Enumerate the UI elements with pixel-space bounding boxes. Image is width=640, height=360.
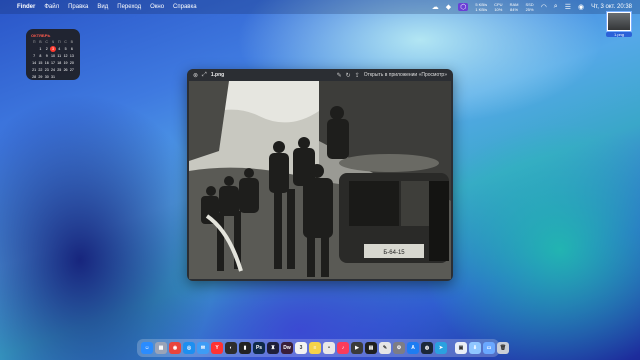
yandex-icon[interactable]: Y: [211, 342, 223, 354]
calendar-widget[interactable]: ОКТЯБРЬ П В С Ч П С В 1 2 3 4 5 6 7 8 9 10 11 12 13 14 15 16 17…: [26, 29, 80, 80]
app-store-icon[interactable]: A: [407, 342, 419, 354]
dropbox-icon[interactable]: ◆: [446, 3, 451, 11]
wifi-icon[interactable]: ◠: [541, 3, 547, 11]
safari-icon[interactable]: ◎: [183, 342, 195, 354]
menu-file[interactable]: Файл: [44, 4, 59, 10]
open-in-preview-button[interactable]: Открыть в приложении «Просмотр»: [364, 72, 447, 78]
preview-icon[interactable]: ▣: [455, 342, 467, 354]
calendar-icon[interactable]: 3: [295, 342, 307, 354]
calendar-day[interactable]: 27: [69, 67, 75, 73]
trash-icon[interactable]: 🗑: [497, 342, 509, 354]
quick-look-titlebar[interactable]: ⊗ ⤢ 1.png ✎ ↻ ⇪ Открыть в приложении «Пр…: [187, 69, 453, 81]
calendar-day[interactable]: 13: [69, 53, 75, 59]
cpu-value: 10%: [494, 7, 503, 12]
desktop-file[interactable]: 1.png: [606, 12, 632, 37]
vpn-icon[interactable]: ⬡: [458, 3, 469, 11]
reminders-icon[interactable]: •: [323, 342, 335, 354]
dock: ☺ ▦ ◉ ◎ ✉ Y ◐ ▮ Ps ♜ Dw 3 ≡ • ♪ ▶ ▤ ✎ ⚙ A ◍ ➤ ▣ ⬇ ▭ 🗑: [137, 339, 509, 357]
network-stats[interactable]: 5 KB/s 1 KB/s: [475, 2, 487, 12]
launchpad-icon[interactable]: ▦: [155, 342, 167, 354]
video-player-icon[interactable]: ▶: [351, 342, 363, 354]
mail-icon[interactable]: ✉: [197, 342, 209, 354]
calendar-day[interactable]: 2: [44, 46, 50, 52]
rotate-icon[interactable]: ↻: [346, 72, 351, 79]
dreamweaver-icon[interactable]: Dw: [281, 342, 293, 354]
steam-icon[interactable]: ◍: [421, 342, 433, 354]
vpn-icon[interactable]: ◐: [225, 342, 237, 354]
activity-monitor-icon[interactable]: ▤: [365, 342, 377, 354]
cpu-stats[interactable]: CPU 10%: [494, 2, 502, 12]
calendar-day[interactable]: 6: [69, 46, 75, 52]
calendar-grid: П В С Ч П С В 1 2 3 4 5 6 7 8 9 10 11 12 13 14 15 16 17 18 19 20 21…: [31, 39, 75, 80]
photo-preview: Б-64-15: [189, 81, 451, 279]
markup-icon[interactable]: ✎: [337, 72, 342, 79]
textedit-icon[interactable]: ✎: [379, 342, 391, 354]
chrome-icon[interactable]: ◉: [169, 342, 181, 354]
menu-go[interactable]: Переход: [117, 4, 141, 10]
calendar-day[interactable]: 20: [69, 60, 75, 66]
share-icon[interactable]: ⇪: [355, 72, 360, 79]
historical-photo-image: Б-64-15: [189, 81, 451, 279]
control-center-icon[interactable]: ☰: [565, 3, 571, 11]
calendar-day: [69, 74, 75, 80]
finder-icon[interactable]: ☺: [141, 342, 153, 354]
notes-icon[interactable]: ≡: [309, 342, 321, 354]
menu-edit[interactable]: Правка: [68, 4, 88, 10]
close-icon[interactable]: ⊗: [193, 72, 198, 79]
menubar-datetime[interactable]: Чт, 3 окт. 20:38: [591, 4, 632, 10]
lightroom-icon[interactable]: ♜: [267, 342, 279, 354]
cloud-icon[interactable]: ☁: [432, 3, 439, 11]
quick-look-window[interactable]: ⊗ ⤢ 1.png ✎ ↻ ⇪ Открыть в приложении «Пр…: [187, 69, 453, 281]
ram-stats[interactable]: RAM 84%: [510, 2, 519, 12]
quick-look-filename: 1.png: [210, 72, 225, 78]
app-name-menu[interactable]: Finder: [17, 4, 35, 10]
menu-window[interactable]: Окно: [150, 4, 164, 10]
desktop-file-thumbnail[interactable]: [607, 12, 631, 31]
search-icon[interactable]: ⌕: [554, 3, 558, 11]
desktop-file-name[interactable]: 1.png: [606, 32, 632, 37]
siri-icon[interactable]: ◉: [578, 3, 584, 11]
photoshop-icon[interactable]: Ps: [253, 342, 265, 354]
downloads-folder-icon[interactable]: ⬇: [469, 342, 481, 354]
fullscreen-icon[interactable]: ⤢: [202, 72, 207, 79]
ram-value: 84%: [510, 7, 519, 12]
vehicle-plate: Б-64-15: [383, 250, 405, 256]
menu-bar: Finder Файл Правка Вид Переход Окно Спра…: [0, 0, 640, 14]
system-settings-icon[interactable]: ⚙: [393, 342, 405, 354]
screenshot-icon[interactable]: ▭: [483, 342, 495, 354]
music-icon[interactable]: ♪: [337, 342, 349, 354]
disk-value: 25%: [525, 7, 534, 12]
menu-help[interactable]: Справка: [173, 4, 197, 10]
telegram-icon[interactable]: ➤: [435, 342, 447, 354]
calendar-weekday: В: [70, 40, 74, 44]
net-down-value: 1 KB/s: [475, 7, 488, 12]
disk-stats[interactable]: SSD 25%: [525, 2, 533, 12]
terminal-icon[interactable]: ▮: [239, 342, 251, 354]
menu-view[interactable]: Вид: [97, 4, 108, 10]
